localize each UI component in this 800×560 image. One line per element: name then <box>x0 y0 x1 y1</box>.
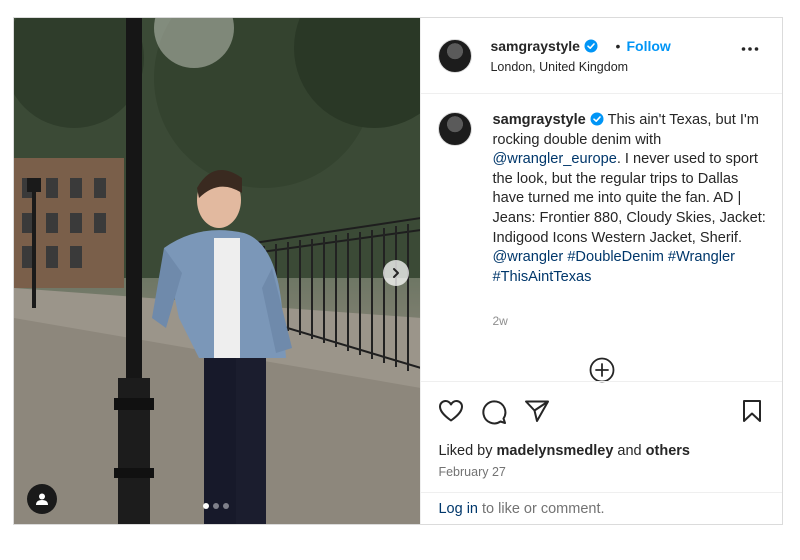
location-link[interactable]: London, United Kingdom <box>490 60 628 74</box>
carousel-dot <box>223 503 229 509</box>
post-date[interactable]: February 27 <box>438 465 505 479</box>
mention-link[interactable]: @wrangler <box>492 249 563 265</box>
verified-badge-icon <box>590 112 604 126</box>
caption-username[interactable]: samgraystyle <box>492 112 585 128</box>
post-actions: Liked by madelynsmedley and others Febru… <box>421 381 782 524</box>
liked-and: and <box>617 443 642 459</box>
share-icon[interactable] <box>524 399 550 423</box>
username-text[interactable]: samgraystyle <box>490 38 580 54</box>
post-header: samgraystyle • Follow London, United Kin… <box>421 18 782 94</box>
post-age[interactable]: 2w <box>492 314 507 328</box>
likes-summary: Liked by madelynsmedley and others <box>438 443 690 459</box>
photo-scene <box>14 18 421 524</box>
heart-icon[interactable] <box>438 399 464 423</box>
verified-badge-icon <box>584 39 598 53</box>
liked-user-link[interactable]: madelynsmedley <box>497 443 614 459</box>
add-circle-icon[interactable] <box>589 357 615 383</box>
header-username[interactable]: samgraystyle <box>490 38 598 54</box>
liked-prefix: Liked by <box>438 443 493 459</box>
carousel-dot <box>213 503 219 509</box>
more-options-icon[interactable] <box>741 46 759 52</box>
login-suffix: to like or comment. <box>482 501 605 517</box>
login-link[interactable]: Log in <box>438 501 478 517</box>
separator-dot: • <box>615 38 621 54</box>
chevron-right-icon <box>393 268 399 278</box>
mention-link[interactable]: @wrangler_europe <box>492 151 616 167</box>
tagged-users-button[interactable] <box>27 484 57 514</box>
comment-icon[interactable] <box>481 399 507 425</box>
bookmark-icon[interactable] <box>741 399 763 423</box>
post-side-panel: samgraystyle • Follow London, United Kin… <box>420 18 782 524</box>
hashtag-link[interactable]: #Wrangler <box>668 249 735 265</box>
post-photo[interactable] <box>14 18 421 524</box>
carousel-dot <box>203 503 209 509</box>
next-photo-button[interactable] <box>383 260 409 286</box>
user-tag-icon <box>36 493 48 505</box>
caption-avatar[interactable] <box>438 112 473 146</box>
login-prompt: Log in to like or comment. <box>421 492 782 525</box>
post-caption: samgraystyle This ain't Texas, but I'm r… <box>492 111 772 287</box>
hashtag-link[interactable]: #ThisAintTexas <box>492 269 591 285</box>
hashtag-link[interactable]: #DoubleDenim <box>567 249 664 265</box>
instagram-post: samgraystyle • Follow London, United Kin… <box>13 17 783 525</box>
carousel-indicator <box>203 503 229 509</box>
follow-button[interactable]: Follow <box>626 38 670 54</box>
liked-others-link[interactable]: others <box>646 443 690 459</box>
avatar[interactable] <box>438 39 473 73</box>
